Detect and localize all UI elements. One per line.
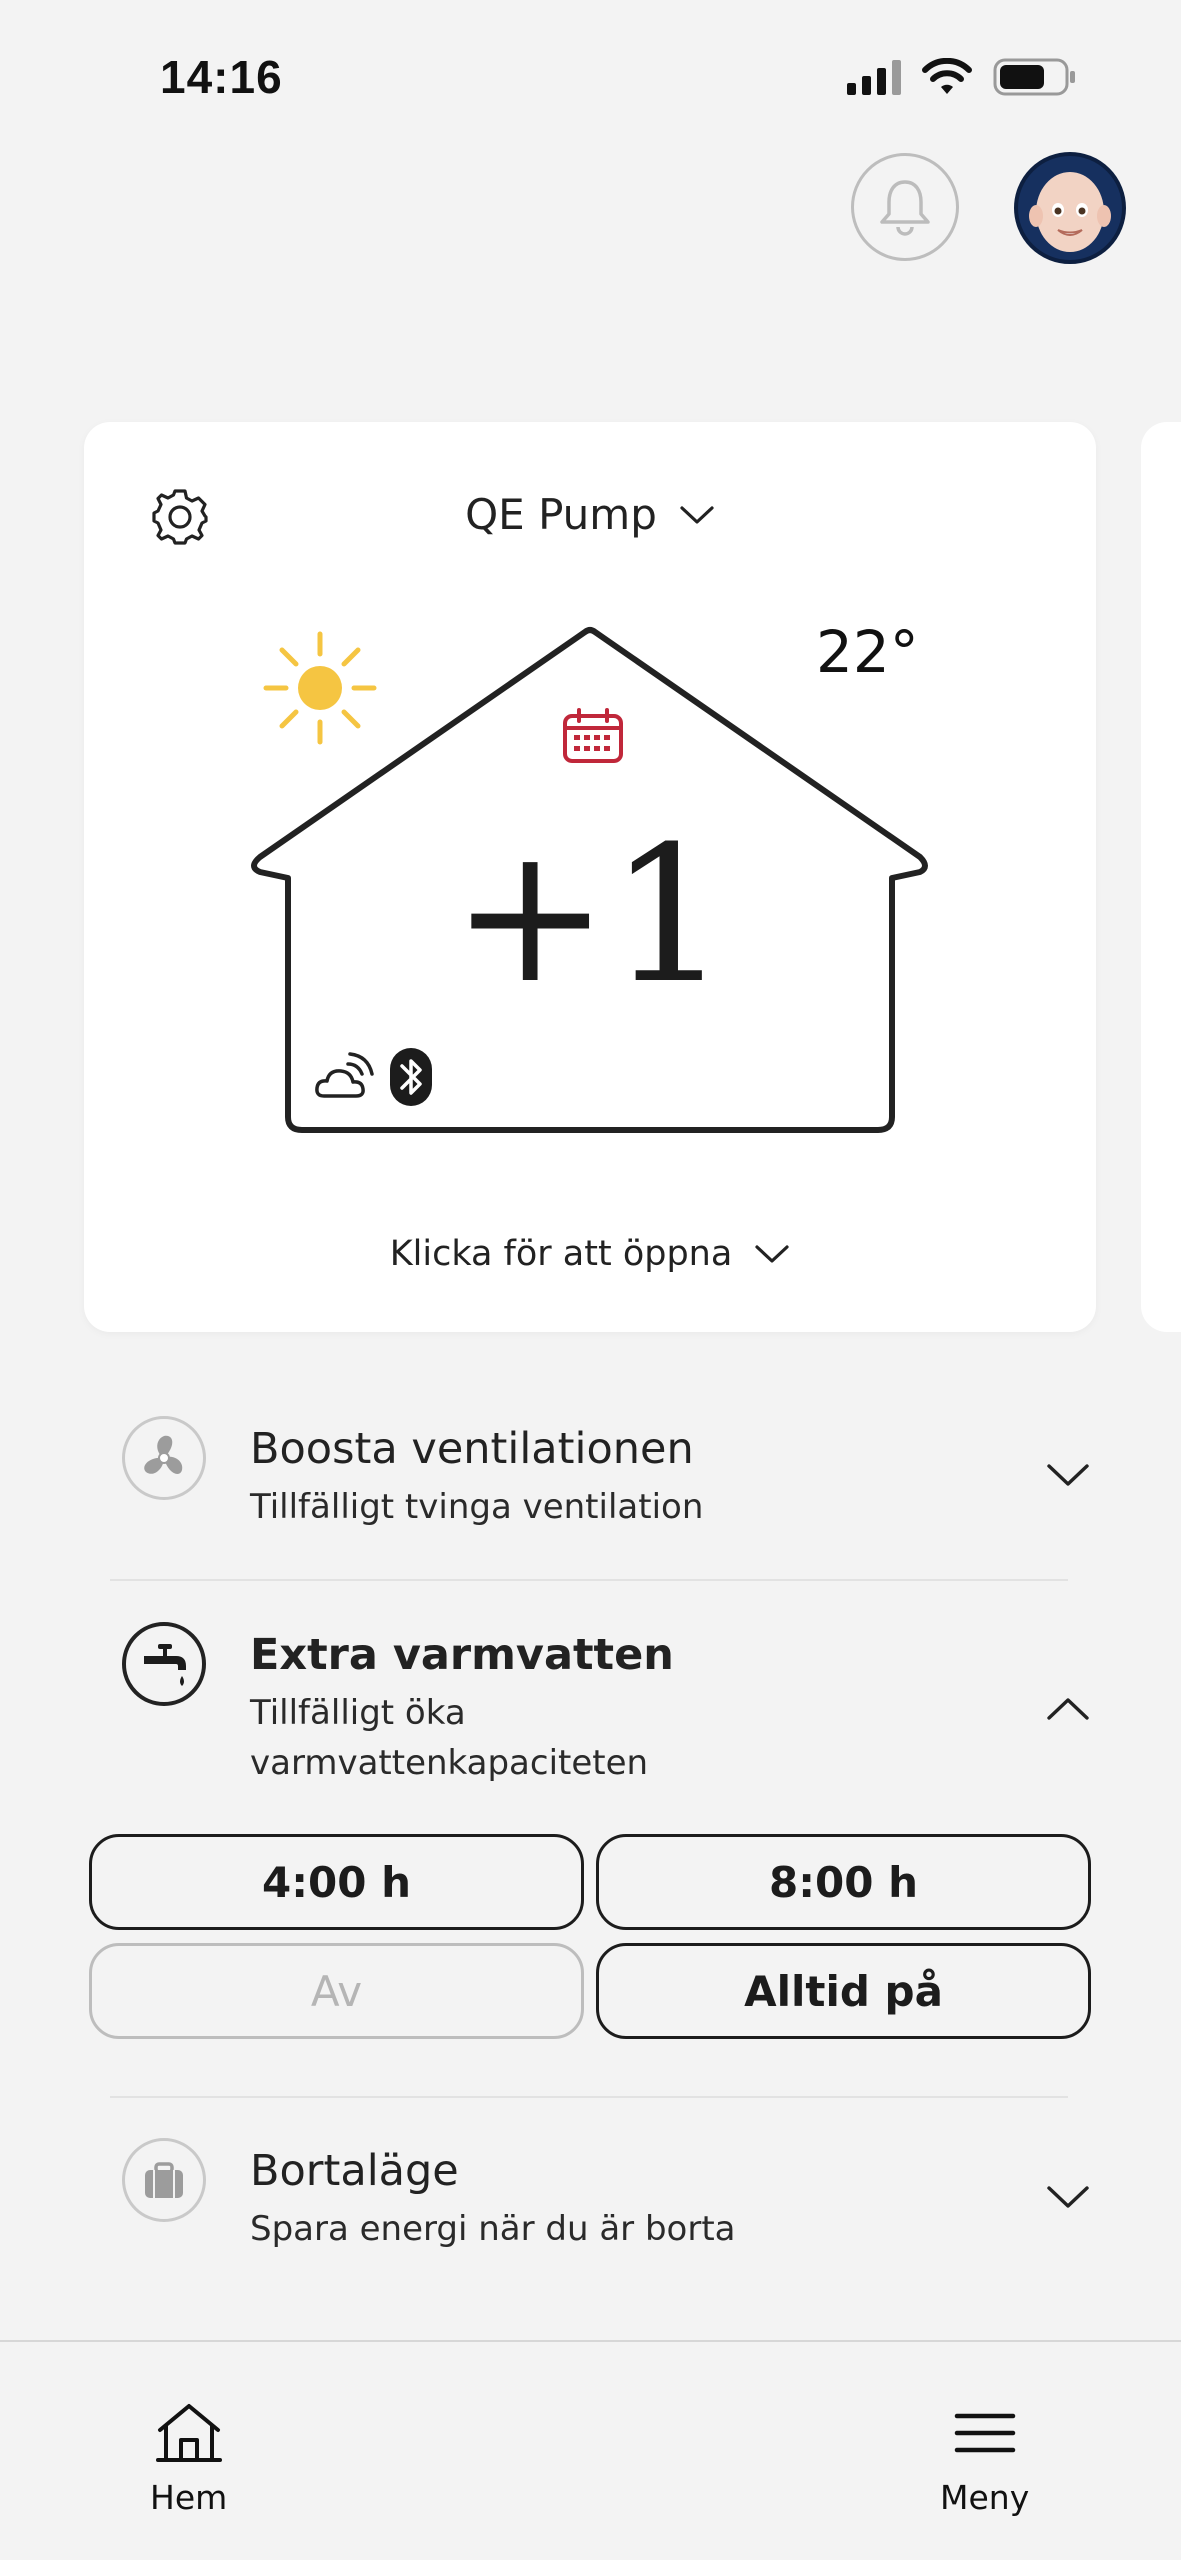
row-subtitle: Tillfälligt tvinga ventilation — [250, 1487, 704, 1527]
row-subtitle-line1: Tillfälligt öka — [250, 1693, 466, 1733]
hamburger-menu-icon — [954, 2413, 1015, 2453]
divider — [110, 1579, 1068, 1581]
hot-water-option-4h[interactable]: 4:00 h — [89, 1834, 584, 1930]
nav-home[interactable]: Hem — [150, 2402, 227, 2517]
chevron-down-icon[interactable] — [1046, 1462, 1090, 1488]
device-name: QE Pump — [465, 490, 657, 539]
open-details-label: Klicka för att öppna — [389, 1234, 733, 1274]
away-mode-row[interactable]: Bortaläge Spara energi när du är borta — [110, 2138, 1090, 2258]
weather-cloud-icon — [315, 1052, 374, 1098]
chevron-down-icon — [680, 505, 714, 524]
bell-icon — [880, 180, 930, 236]
chevron-down-icon[interactable] — [1046, 2184, 1090, 2210]
row-title: Extra varmvatten — [250, 1630, 674, 1680]
bottom-nav: Hem Meny — [0, 2340, 1181, 2560]
suitcase-icon — [145, 2162, 183, 2198]
status-icons — [847, 58, 1077, 96]
bluetooth-icon — [390, 1048, 432, 1106]
row-subtitle-line2: varmvattenkapaciteten — [250, 1743, 649, 1783]
wifi-icon — [922, 58, 972, 94]
hot-water-option-off[interactable]: Av — [89, 1943, 584, 2039]
cellular-signal-icon — [847, 59, 901, 95]
divider — [110, 2096, 1068, 2098]
status-time: 14:16 — [160, 51, 283, 103]
notifications-button[interactable] — [851, 153, 959, 261]
avatar[interactable] — [1014, 152, 1126, 264]
nav-home-label: Hem — [150, 2478, 228, 2517]
battery-icon — [993, 58, 1075, 96]
device-selector[interactable]: QE Pump — [84, 490, 1096, 539]
row-title: Boosta ventilationen — [250, 1424, 694, 1474]
suitcase-icon-circle — [122, 2138, 206, 2222]
nav-menu-label: Meny — [940, 2478, 1030, 2517]
memoji-face-icon — [1029, 172, 1111, 252]
fan-icon-circle — [122, 1416, 206, 1500]
chevron-down-icon — [755, 1245, 789, 1263]
faucet-icon-circle — [122, 1622, 206, 1706]
chevron-up-icon[interactable] — [1046, 1696, 1090, 1722]
row-subtitle: Spara energi när du är borta — [250, 2209, 736, 2249]
calendar-icon — [563, 708, 623, 763]
hot-water-option-8h[interactable]: 8:00 h — [596, 1834, 1091, 1930]
extra-hot-water-row[interactable]: Extra varmvatten Tillfälligt öka varmvat… — [110, 1622, 1090, 1792]
row-title: Bortaläge — [250, 2146, 459, 2196]
open-details-link[interactable]: Klicka för att öppna — [84, 1234, 1096, 1274]
next-card-peek[interactable] — [1141, 422, 1181, 1332]
home-icon — [155, 2404, 222, 2462]
faucet-icon — [144, 1644, 186, 1686]
nav-menu[interactable]: Meny — [940, 2402, 1029, 2517]
heat-offset-value: +1 — [451, 806, 729, 1025]
device-card[interactable]: QE Pump 22° +1 Klicka för att öppna — [84, 422, 1096, 1332]
fan-icon — [144, 1435, 183, 1474]
boost-ventilation-row[interactable]: Boosta ventilationen Tillfälligt tvinga … — [110, 1416, 1090, 1536]
hot-water-option-always-on[interactable]: Alltid på — [596, 1943, 1091, 2039]
